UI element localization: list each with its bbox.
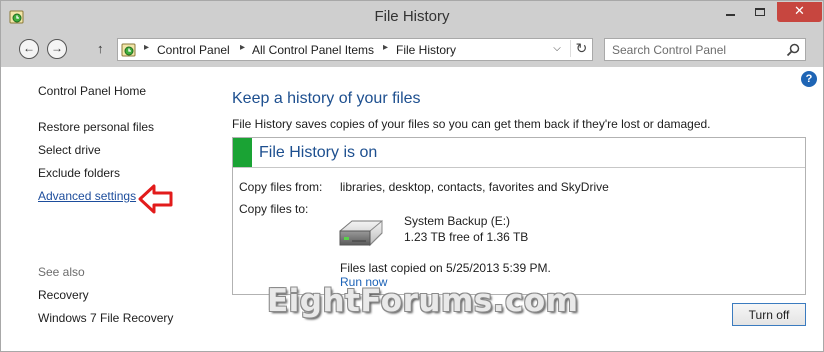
copy-to-label: Copy files to: [239, 202, 309, 216]
minimize-button[interactable] [717, 2, 745, 22]
sidebar-advanced-settings[interactable]: Advanced settings [38, 189, 136, 203]
breadcrumb-separator-icon[interactable]: ▸ [240, 42, 245, 53]
navigation-bar: ← → ↑ ▸ Control Panel ▸ All Control Pane… [1, 33, 823, 67]
minimize-icon [726, 14, 735, 16]
address-dropdown-icon[interactable]: ⌵ [548, 43, 566, 54]
drive-name: System Backup (E:) [404, 214, 511, 228]
help-icon[interactable]: ? [801, 71, 817, 87]
back-button[interactable]: ← [19, 39, 39, 59]
breadcrumb-control-panel[interactable]: Control Panel [157, 43, 230, 57]
close-icon: ✕ [794, 3, 805, 18]
file-history-status-panel: File History is on Copy files from: libr… [232, 137, 806, 295]
status-header: File History is on [233, 138, 805, 168]
breadcrumb-file-history[interactable]: File History [396, 43, 456, 57]
file-history-window: File History ✕ ← → ↑ ▸ Control Panel ▸ A… [0, 0, 824, 352]
window-title: File History [374, 8, 450, 25]
see-also-windows7-file-recovery[interactable]: Windows 7 File Recovery [38, 311, 173, 325]
search-box[interactable]: Search Control Panel [604, 38, 806, 61]
see-also-recovery[interactable]: Recovery [38, 288, 89, 302]
page-title: Keep a history of your files [232, 90, 421, 107]
search-icon[interactable] [785, 42, 801, 58]
copy-from-label: Copy files from: [239, 180, 323, 194]
content-area: ? Control Panel Home Restore personal fi… [1, 67, 823, 351]
maximize-icon [755, 8, 765, 16]
sidebar-exclude-folders[interactable]: Exclude folders [38, 166, 120, 180]
breadcrumb-separator-icon: ▸ [144, 42, 150, 53]
watermark: EightForums.com [267, 283, 579, 319]
maximize-button[interactable] [747, 2, 775, 22]
sidebar-control-panel-home[interactable]: Control Panel Home [38, 84, 146, 98]
see-also-label: See also [38, 265, 85, 279]
red-arrow-icon [138, 184, 173, 214]
control-panel-icon [121, 43, 136, 57]
sidebar-select-drive[interactable]: Select drive [38, 143, 101, 157]
address-bar[interactable]: ▸ Control Panel ▸ All Control Panel Item… [117, 38, 593, 61]
breadcrumb-separator-icon[interactable]: ▸ [383, 42, 388, 53]
hard-drive-icon [339, 219, 383, 247]
drive-free-space: 1.23 TB free of 1.36 TB [404, 230, 529, 244]
breadcrumb-all-items[interactable]: All Control Panel Items [252, 43, 374, 57]
sidebar-restore-personal-files[interactable]: Restore personal files [38, 120, 154, 134]
copy-from-value: libraries, desktop, contacts, favorites … [340, 180, 609, 194]
search-input[interactable]: Search Control Panel [612, 43, 726, 57]
forward-button[interactable]: → [47, 39, 67, 59]
refresh-button[interactable]: ↻ [570, 40, 592, 57]
status-indicator [233, 138, 252, 167]
last-copied-status: Files last copied on 5/25/2013 5:39 PM. [340, 261, 551, 275]
turn-off-button[interactable]: Turn off [732, 303, 806, 326]
title-bar[interactable]: File History ✕ [1, 1, 823, 33]
up-button[interactable]: ↑ [97, 41, 104, 56]
page-description: File History saves copies of your files … [232, 117, 711, 131]
close-button[interactable]: ✕ [777, 2, 822, 22]
status-title: File History is on [259, 144, 378, 161]
